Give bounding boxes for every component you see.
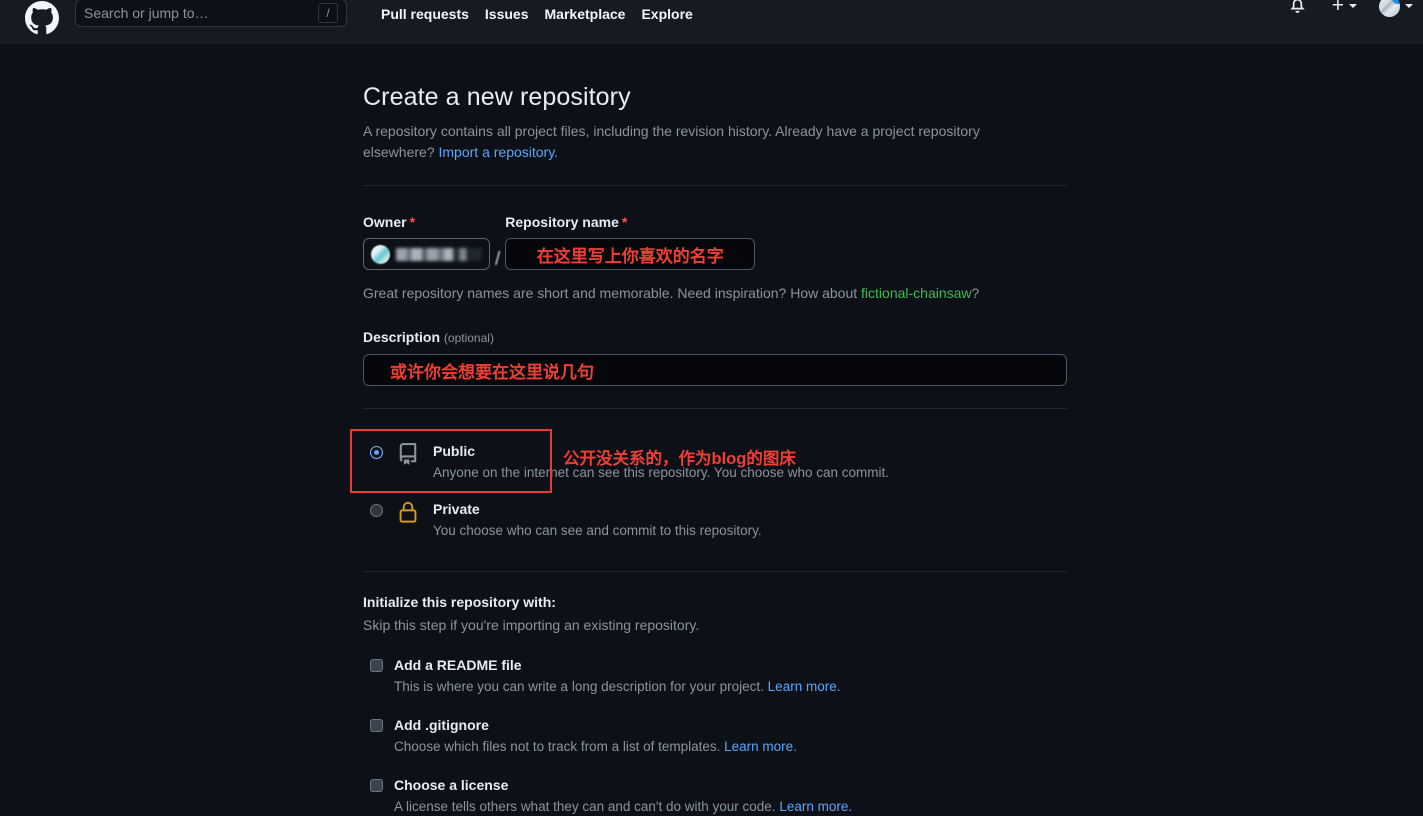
initialize-heading: Initialize this repository with: <box>363 594 556 610</box>
checkbox-gitignore-description: Choose which files not to track from a l… <box>394 737 1067 756</box>
nav-issues[interactable]: Issues <box>485 6 529 22</box>
owner-label: Owner * <box>363 214 490 231</box>
checkbox-readme: Add a README file This is where you can … <box>363 656 1067 696</box>
repo-book-icon <box>397 443 419 465</box>
owner-field: Owner * <box>363 214 490 270</box>
hint-prefix: Great repository names are short and mem… <box>363 285 862 301</box>
radio-private[interactable] <box>370 504 383 517</box>
main-content: Create a new repository A repository con… <box>0 44 1423 816</box>
nav-explore[interactable]: Explore <box>641 6 692 22</box>
create-new-menu[interactable]: + <box>1331 0 1357 17</box>
bell-icon[interactable] <box>1289 0 1306 15</box>
radio-public[interactable] <box>370 446 383 459</box>
search-placeholder: Search or jump to… <box>84 5 209 21</box>
divider-top <box>363 185 1067 186</box>
global-header: Search or jump to… / Pull requests Issue… <box>0 0 1423 44</box>
visibility-group: 公开没关系的，作为blog的图床 Public Anyone on the in… <box>350 429 1067 549</box>
hint-suffix: ? <box>971 285 980 301</box>
account-menu[interactable] <box>1379 0 1413 17</box>
search-shortcut-badge: / <box>318 3 338 23</box>
avatar <box>1379 0 1400 17</box>
checkbox-readme-label[interactable]: Add a README file <box>394 656 522 674</box>
page-subtitle: A repository contains all project files,… <box>363 121 1023 163</box>
repository-name-input[interactable]: 在这里写上你喜欢的名字 <box>505 238 756 270</box>
repository-name-label: Repository name * <box>505 214 1067 231</box>
repository-name-field: Repository name * 在这里写上你喜欢的名字 <box>505 214 1067 270</box>
gitignore-desc-text: Choose which files not to track from a l… <box>394 739 725 754</box>
description-label-text: Description <box>363 329 441 345</box>
owner-avatar <box>371 244 390 264</box>
new-repository-form: Create a new repository A repository con… <box>350 44 1067 816</box>
private-description: You choose who can see and commit to thi… <box>433 523 762 538</box>
checkbox-gitignore-input[interactable] <box>370 718 383 732</box>
nav-pull-requests[interactable]: Pull requests <box>381 6 469 22</box>
license-learn-more-link[interactable]: Learn more. <box>779 799 852 814</box>
checkbox-readme-input[interactable] <box>370 658 383 672</box>
lock-icon <box>397 501 419 523</box>
owner-and-name-row: Owner * / Repository name * 在这里写上你喜欢的名字 <box>363 214 1067 270</box>
owner-name-separator: / <box>495 249 501 270</box>
description-label: Description (optional) <box>363 329 1067 347</box>
public-title: Public <box>433 443 476 459</box>
visibility-option-private[interactable]: Private You choose who can see and commi… <box>363 491 1067 549</box>
repository-name-hint: Great repository names are short and mem… <box>363 283 1067 304</box>
checkbox-license: Choose a license A license tells others … <box>363 776 1067 816</box>
public-annotation: 公开没关系的，作为blog的图床 <box>563 450 796 468</box>
repository-name-required-mark: * <box>621 214 628 230</box>
initialize-subheading: Skip this step if you're importing an ex… <box>363 617 700 633</box>
divider-visibility <box>363 408 1067 409</box>
github-logo[interactable] <box>25 1 59 35</box>
private-title: Private <box>433 501 480 517</box>
checkbox-gitignore-label[interactable]: Add .gitignore <box>394 716 489 734</box>
description-optional-text: (optional) <box>443 331 494 345</box>
checkbox-gitignore: Add .gitignore Choose which files not to… <box>363 716 1067 756</box>
header-actions: + <box>1289 0 1413 28</box>
divider-initialize <box>363 571 1067 572</box>
private-text: Private You choose who can see and commi… <box>433 500 1067 540</box>
notification-badge <box>1392 0 1400 4</box>
owner-label-text: Owner <box>363 214 407 230</box>
import-repository-link[interactable]: Import a repository. <box>439 144 559 160</box>
license-desc-text: A license tells others what they can and… <box>394 799 780 814</box>
checkbox-readme-description: This is where you can write a long descr… <box>394 677 1067 696</box>
plus-icon: + <box>1331 0 1344 17</box>
gitignore-learn-more-link[interactable]: Learn more. <box>724 739 797 754</box>
owner-select[interactable] <box>363 238 490 270</box>
page-title: Create a new repository <box>363 83 631 111</box>
owner-required-mark: * <box>409 214 416 230</box>
description-input[interactable]: 或许你会想要在这里说几句 <box>363 354 1067 386</box>
readme-desc-text: This is where you can write a long descr… <box>394 679 768 694</box>
chevron-down-icon <box>1349 4 1357 8</box>
checkbox-license-label[interactable]: Choose a license <box>394 776 508 794</box>
owner-username-redacted <box>396 247 482 261</box>
repository-name-label-text: Repository name <box>505 214 619 230</box>
readme-learn-more-link[interactable]: Learn more. <box>768 679 841 694</box>
chevron-down-icon <box>1405 4 1413 8</box>
suggested-name[interactable]: fictional-chainsaw <box>861 285 972 301</box>
nav-marketplace[interactable]: Marketplace <box>545 6 626 22</box>
search-input[interactable]: Search or jump to… / <box>75 0 347 27</box>
checkbox-license-description: A license tells others what they can and… <box>394 797 1067 816</box>
checkbox-license-input[interactable] <box>370 778 383 792</box>
